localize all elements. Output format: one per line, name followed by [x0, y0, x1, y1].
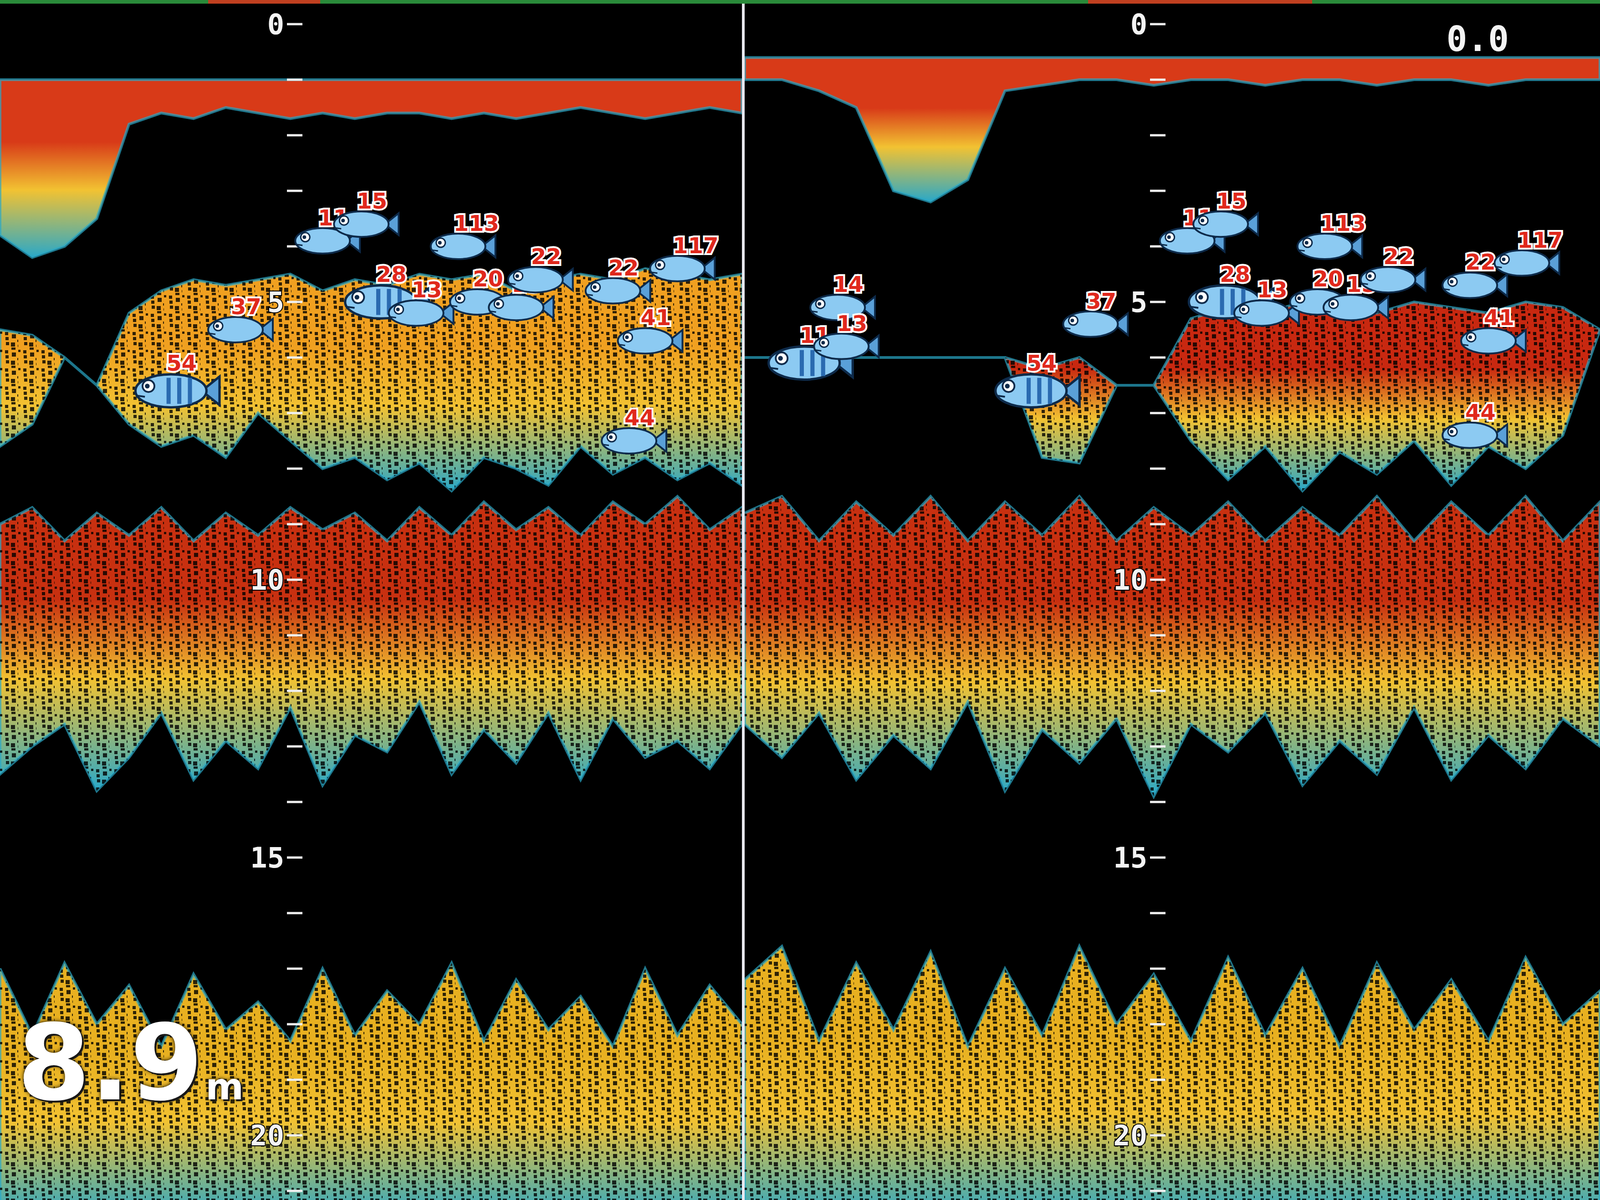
fish-depth-label: 41	[1483, 304, 1515, 331]
fish-icon	[1193, 211, 1258, 237]
fish-marker: 117	[649, 232, 719, 282]
fish-marker: 54	[995, 350, 1080, 408]
fish-icon	[1063, 311, 1128, 338]
depth-scale: 0 5 10 15 20	[1113, 7, 1166, 1192]
fish-icon	[333, 211, 399, 237]
band-echo	[0, 496, 742, 792]
range-readout: 0.0	[1441, 17, 1514, 62]
fish-depth-label: 54	[166, 350, 197, 376]
depth-scale-label: 10	[1113, 563, 1148, 597]
fish-marker: 113	[430, 210, 500, 260]
fish-depth-label: 37	[230, 293, 262, 320]
fish-icon	[208, 316, 273, 343]
fish-marker: 15	[333, 188, 399, 237]
fish-icon	[135, 374, 220, 408]
fish-icon	[388, 300, 454, 326]
depth-scale-label: 5	[1130, 285, 1148, 319]
fish-icon	[1442, 272, 1508, 298]
fish-icon	[618, 327, 683, 354]
fish-marker: 22	[1360, 243, 1426, 293]
fish-icon	[1442, 422, 1508, 449]
fish-icon	[649, 255, 715, 282]
fish-depth-label: 22	[531, 243, 562, 270]
fish-marker: 22	[508, 243, 573, 293]
fish-depth-label: 117	[672, 232, 719, 259]
fish-depth-label: 13	[836, 310, 868, 337]
fish-depth-label: 113	[453, 210, 500, 236]
fish-icon	[1494, 250, 1560, 277]
depth-scale-label: 15	[1113, 841, 1148, 875]
fish-icon	[1323, 294, 1389, 321]
panel-row: 051015201115113281320152222117374154448.…	[0, 3, 1600, 1200]
fish-depth-label: 28	[1219, 261, 1251, 287]
fish-depth-label: 22	[608, 255, 639, 281]
fish-icon	[430, 233, 496, 260]
fish-depth-label: 13	[411, 276, 443, 303]
fish-marker: 113	[1297, 210, 1366, 260]
depth-scale: 0 5 10 15 20	[250, 7, 303, 1192]
surface-echo	[744, 57, 1600, 202]
depth-scale-label: 10	[250, 563, 285, 597]
fish-marker: 41	[618, 304, 683, 354]
band-echo	[744, 496, 1600, 797]
fish-depth-label: 113	[1320, 210, 1366, 236]
depth-unit: m	[205, 1068, 244, 1106]
fish-marker: 37	[208, 293, 273, 343]
fish-depth-label: 14	[833, 271, 864, 297]
school-echo	[744, 301, 1600, 491]
fish-depth-label: 20	[1312, 265, 1344, 292]
bottom-echo	[744, 946, 1600, 1200]
fish-depth-label: 15	[1216, 188, 1247, 214]
fish-icon	[508, 266, 573, 293]
depth-scale-label: 5	[267, 285, 285, 319]
fish-depth-label: 44	[624, 404, 655, 431]
fish-marker: 54	[135, 350, 220, 408]
fish-marker: 41	[1461, 304, 1526, 354]
fish-icon	[1234, 300, 1299, 326]
depth-readout: 8.9m	[10, 1003, 251, 1124]
depth-scale-label: 0	[267, 7, 285, 41]
school-echo	[0, 268, 742, 491]
fish-depth-label: 22	[1383, 243, 1415, 270]
fish-icon	[601, 428, 667, 454]
fish-icon	[488, 294, 554, 321]
fish-marker: 13	[388, 276, 454, 326]
fish-depth-label: 20	[472, 265, 504, 292]
fish-icon	[1360, 266, 1426, 293]
fish-depth-label: 22	[1465, 249, 1496, 275]
fish-depth-label: 37	[1085, 288, 1117, 314]
surface-echo	[0, 79, 742, 258]
fish-marker: 44	[601, 404, 667, 454]
depth-scale-label: 15	[250, 841, 285, 875]
bottom-echo	[0, 963, 742, 1200]
fish-marker: 15	[1193, 188, 1258, 237]
fish-depth-label: 44	[1465, 399, 1496, 425]
depth-value: 8.9	[17, 1008, 203, 1119]
echogram-chart: 0510152014111311151132813201522221173741…	[744, 3, 1600, 1200]
left-echogram-panel: 051015201115113281320152222117374154448.…	[0, 3, 742, 1200]
fish-icon	[585, 278, 651, 304]
fish-finder-screen: 051015201115113281320152222117374154448.…	[0, 0, 1600, 1200]
fish-depth-label: 15	[356, 188, 388, 214]
fish-marker: 22	[585, 255, 651, 304]
fish-depth-label: 117	[1517, 227, 1564, 253]
fish-marker: 117	[1494, 227, 1564, 277]
fish-icon	[995, 374, 1080, 408]
fish-marker: 13	[813, 310, 879, 360]
fish-icon	[813, 333, 879, 360]
fish-icon	[1461, 327, 1526, 354]
depth-scale-label: 0	[1130, 7, 1148, 41]
top-status-strip	[0, 0, 1600, 4]
right-echogram-panel: 0510152014111311151132813201522221173741…	[744, 3, 1600, 1200]
fish-depth-label: 13	[1257, 276, 1288, 303]
fish-icon	[1297, 233, 1363, 260]
fish-depth-label: 28	[376, 261, 407, 287]
depth-scale-label: 20	[250, 1119, 285, 1153]
depth-scale-label: 20	[1113, 1119, 1148, 1153]
fish-depth-label: 41	[640, 304, 672, 331]
fish-marker: 44	[1442, 399, 1508, 449]
fish-marker: 37	[1063, 288, 1128, 338]
fish-depth-label: 54	[1026, 350, 1058, 376]
